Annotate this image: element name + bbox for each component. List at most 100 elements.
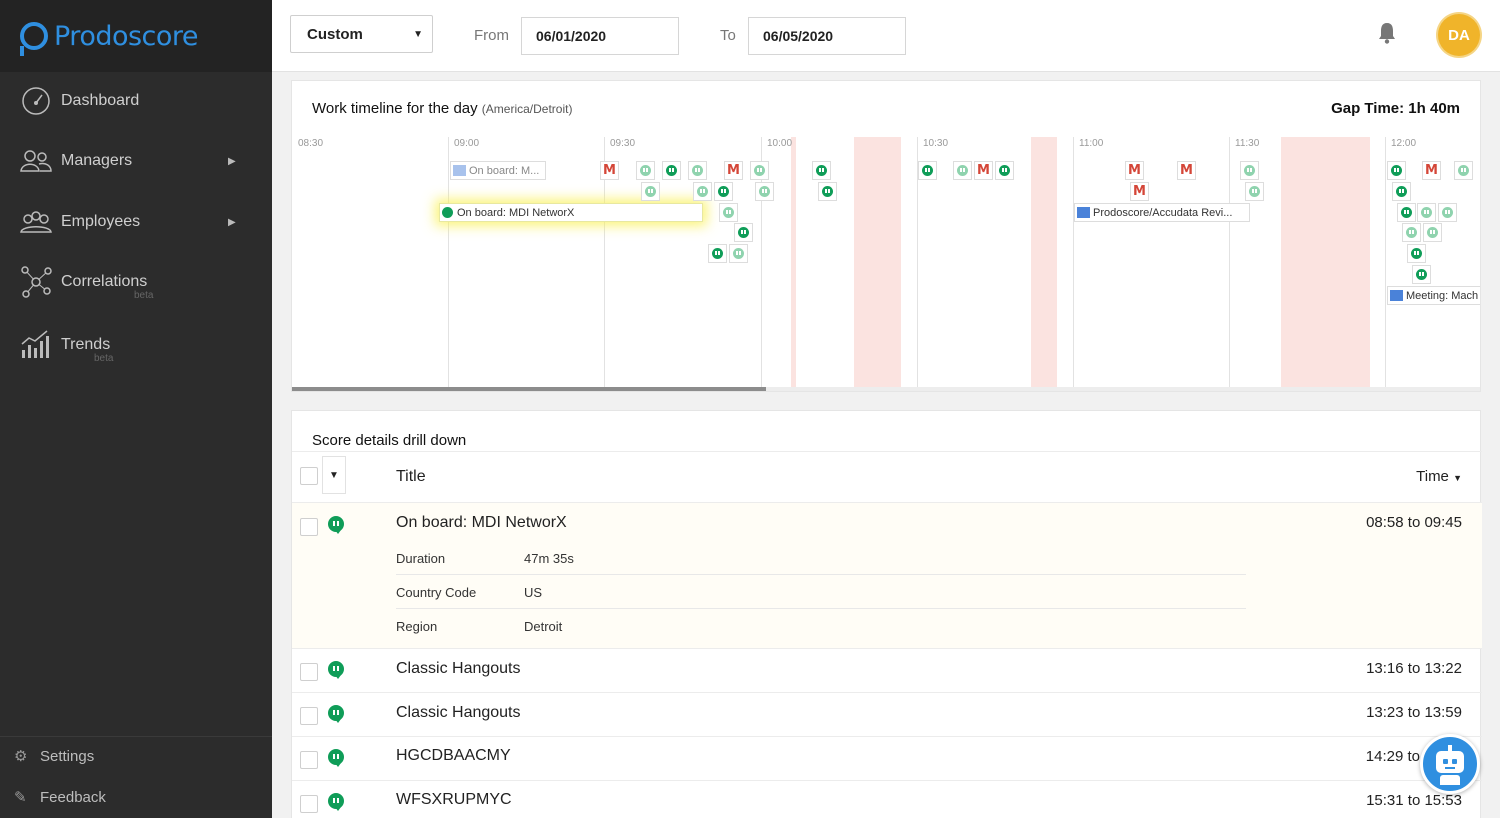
- gmail-event[interactable]: M: [1177, 161, 1196, 180]
- hangouts-event[interactable]: [1417, 203, 1436, 222]
- hangouts-icon: [1401, 207, 1412, 218]
- detail-key: Duration: [396, 551, 446, 566]
- gmail-icon: M: [603, 163, 616, 178]
- hangouts-icon: [1249, 186, 1260, 197]
- gmail-icon: M: [1425, 163, 1438, 178]
- bell-icon[interactable]: [1378, 22, 1396, 44]
- gmail-event[interactable]: M: [1130, 182, 1149, 201]
- hangouts-event[interactable]: [636, 161, 655, 180]
- date-range-select[interactable]: Custom ▼: [290, 15, 433, 53]
- hangouts-event[interactable]: [995, 161, 1014, 180]
- column-header-time[interactable]: Time ▼: [1416, 468, 1462, 485]
- row-checkbox[interactable]: [300, 751, 318, 769]
- sidebar-item-managers[interactable]: Managers ▶: [0, 133, 272, 189]
- gap-time: Gap Time: 1h 40m: [1331, 100, 1460, 117]
- hangouts-event[interactable]: [755, 182, 774, 201]
- column-header-title[interactable]: Title: [396, 468, 426, 486]
- hangouts-event[interactable]: [1392, 182, 1411, 201]
- table-row[interactable]: Classic Hangouts 13:16 to 13:22: [292, 649, 1482, 693]
- select-all-checkbox[interactable]: [300, 467, 318, 485]
- from-date-input[interactable]: 06/01/2020: [521, 17, 679, 55]
- hangouts-event[interactable]: [918, 161, 937, 180]
- hangouts-event[interactable]: [714, 182, 733, 201]
- hangouts-event[interactable]: [1454, 161, 1473, 180]
- calendar-event[interactable]: Meeting: Mach: [1387, 286, 1480, 305]
- detail-key: Region: [396, 619, 438, 634]
- hangouts-event[interactable]: [662, 161, 681, 180]
- sidebar-item-label: Feedback: [40, 788, 106, 806]
- to-date-input[interactable]: 06/05/2020: [748, 17, 906, 55]
- bulk-actions-dropdown[interactable]: ▼: [322, 456, 346, 494]
- row-checkbox[interactable]: [300, 707, 318, 725]
- table-row[interactable]: HGCDBAACMY 14:29 to: [292, 737, 1482, 781]
- gmail-event[interactable]: M: [724, 161, 743, 180]
- table-row[interactable]: Classic Hangouts 13:23 to 13:59: [292, 693, 1482, 737]
- hangouts-event[interactable]: [641, 182, 660, 201]
- hangouts-event[interactable]: [729, 244, 748, 263]
- sidebar-item-correlations[interactable]: Correlations beta: [0, 254, 272, 310]
- robot-icon: [1452, 759, 1457, 764]
- hangouts-event[interactable]: [1240, 161, 1259, 180]
- sidebar-item-label: Trends: [61, 336, 111, 353]
- hangouts-event[interactable]: [1412, 265, 1431, 284]
- hangouts-event[interactable]: [818, 182, 837, 201]
- calendar-event[interactable]: Prodoscore/Accudata Revi...: [1074, 203, 1250, 222]
- topbar: Custom ▼ From 06/01/2020 To 06/05/2020 D…: [272, 0, 1500, 72]
- feedback-icon: ✎: [14, 789, 27, 806]
- hangouts-event[interactable]: [1438, 203, 1457, 222]
- calendar-event[interactable]: On board: M...: [450, 161, 546, 180]
- chevron-down-icon: ▼: [413, 29, 423, 40]
- score-details-card: Score details drill down ▼ Title Time ▼ …: [291, 410, 1482, 818]
- gmail-event[interactable]: M: [974, 161, 993, 180]
- hangouts-event[interactable]: [1402, 223, 1421, 242]
- hangouts-event[interactable]: [734, 223, 753, 242]
- hangouts-icon: [718, 186, 729, 197]
- time-tick: 12:00: [1391, 138, 1417, 149]
- hangouts-event[interactable]: [750, 161, 769, 180]
- sidebar-item-trends[interactable]: Trends beta: [0, 317, 272, 373]
- hangouts-icon: [1427, 227, 1438, 238]
- hangouts-event[interactable]: [708, 244, 727, 263]
- sort-caret-down-icon: ▼: [1453, 473, 1462, 483]
- hangouts-icon: [1411, 248, 1422, 259]
- hangouts-event[interactable]: [1245, 182, 1264, 201]
- gap-block: [854, 137, 901, 387]
- calendar-event-highlighted[interactable]: On board: MDI NetworX: [439, 203, 703, 222]
- hangouts-event[interactable]: [812, 161, 831, 180]
- sidebar-divider: [0, 736, 272, 737]
- calendar-icon: [1390, 290, 1403, 301]
- timeline-area[interactable]: 08:30 09:00 09:30 10:00 10:30 11:00 11:3…: [292, 137, 1480, 387]
- gmail-event[interactable]: M: [600, 161, 619, 180]
- timeline-scrollbar-thumb[interactable]: [292, 387, 766, 391]
- hangouts-event[interactable]: [1397, 203, 1416, 222]
- table-row[interactable]: WFSXRUPMYC 15:31 to 15:53: [292, 781, 1482, 818]
- hangouts-event[interactable]: [1407, 244, 1426, 263]
- row-checkbox[interactable]: [300, 518, 318, 536]
- avatar[interactable]: DA: [1438, 14, 1480, 56]
- gmail-event[interactable]: M: [1125, 161, 1144, 180]
- hangouts-event[interactable]: [953, 161, 972, 180]
- hangouts-event[interactable]: [1387, 161, 1406, 180]
- gmail-event[interactable]: M: [1422, 161, 1441, 180]
- hangouts-event[interactable]: [1423, 223, 1442, 242]
- brand[interactable]: Prodoscore: [0, 0, 272, 72]
- row-checkbox[interactable]: [300, 795, 318, 813]
- hangouts-icon: [999, 165, 1010, 176]
- gap-block: [791, 137, 796, 387]
- hangouts-event[interactable]: [693, 182, 712, 201]
- time-tick: 11:30: [1235, 138, 1260, 149]
- sidebar-item-feedback[interactable]: ✎ Feedback: [14, 788, 106, 807]
- detail-row: Region Detroit: [396, 609, 1246, 643]
- row-checkbox[interactable]: [300, 663, 318, 681]
- gap-block: [1281, 137, 1370, 387]
- grid-line: [1073, 137, 1074, 387]
- hangouts-event[interactable]: [688, 161, 707, 180]
- hangouts-icon: [816, 165, 827, 176]
- sidebar-item-employees[interactable]: Employees ▶: [0, 194, 272, 250]
- table-row-expanded[interactable]: On board: MDI NetworX 08:58 to 09:45 Dur…: [292, 503, 1482, 649]
- sidebar-item-settings[interactable]: ⚙ Settings: [14, 747, 94, 766]
- hangouts-icon: [1416, 269, 1427, 280]
- chatbot-button[interactable]: [1420, 734, 1480, 794]
- hangouts-event[interactable]: [719, 203, 738, 222]
- sidebar-item-dashboard[interactable]: Dashboard: [0, 73, 272, 129]
